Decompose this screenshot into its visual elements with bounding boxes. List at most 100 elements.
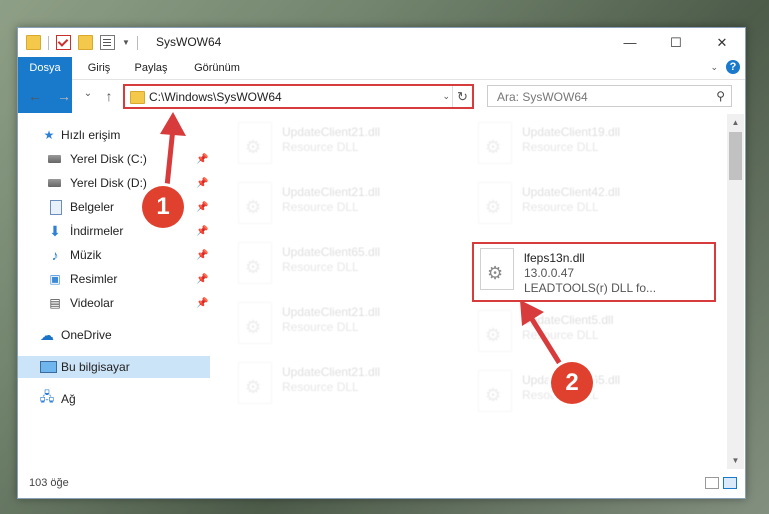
pin-icon[interactable]: 📌 xyxy=(196,226,208,237)
tiles-view-icon[interactable] xyxy=(723,477,737,489)
pin-icon[interactable]: 📌 xyxy=(196,154,208,165)
address-folder-icon xyxy=(130,91,145,104)
sidebar-item-label: Belgeler xyxy=(70,200,115,214)
file-name: UpdateClient19.dll xyxy=(522,125,621,139)
sidebar-item-label: Resimler xyxy=(70,272,118,286)
help-icon[interactable]: ? xyxy=(726,60,740,74)
customize-toolbar-dropdown-icon[interactable]: ▼ xyxy=(122,38,130,47)
navigation-pane: ★ Hızlı erişim Yerel Disk (C:) 📌 Yerel D… xyxy=(18,114,210,469)
disk-icon xyxy=(48,155,61,163)
title-bar: ▼ SysWOW64 — ☐ ✕ xyxy=(18,28,745,57)
file-name: lfeps13n.dll xyxy=(524,251,585,265)
maximize-button[interactable]: ☐ xyxy=(653,28,699,57)
search-box[interactable]: Ara: SysWOW64 ⚲ xyxy=(487,85,732,107)
sidebar-item-pictures[interactable]: ▣ Resimler 📌 xyxy=(18,268,210,290)
sidebar-item-music[interactable]: ♪ Müzik 📌 xyxy=(18,244,210,266)
forward-button[interactable]: → xyxy=(55,88,73,104)
dll-file-icon xyxy=(238,302,272,344)
view-switcher xyxy=(705,477,737,489)
file-description: Resource DLL xyxy=(522,328,599,342)
file-item[interactable]: UpdateClient21.dll Resource DLL xyxy=(232,178,462,234)
tab-share[interactable]: Paylaş xyxy=(126,57,176,79)
pin-icon[interactable]: 📌 xyxy=(196,202,208,213)
dll-file-icon xyxy=(238,242,272,284)
expand-ribbon-chevron-icon[interactable]: ⌄ xyxy=(710,62,718,73)
scroll-up-arrow-icon[interactable]: ▲ xyxy=(727,114,744,131)
quick-access-toolbar: ▼ xyxy=(26,35,138,50)
dll-file-icon xyxy=(238,362,272,404)
tab-view[interactable]: Görünüm xyxy=(182,57,252,79)
search-placeholder[interactable]: Ara: SysWOW64 xyxy=(497,90,588,104)
back-button[interactable]: ← xyxy=(26,88,44,104)
cloud-icon: ☁ xyxy=(40,326,54,343)
address-bar[interactable]: C:\Windows\SysWOW64 ⌄ ↻ xyxy=(123,84,474,109)
scrollbar-thumb[interactable] xyxy=(729,132,742,180)
address-dropdown-icon[interactable]: ⌄ xyxy=(442,91,450,102)
search-icon[interactable]: ⚲ xyxy=(716,89,725,103)
dll-file-icon xyxy=(478,182,512,224)
vertical-scrollbar[interactable]: ▲ ▼ xyxy=(727,114,744,469)
refresh-button[interactable]: ↻ xyxy=(452,86,472,107)
address-path[interactable]: C:\Windows\SysWOW64 xyxy=(149,90,282,104)
sidebar-item-label: Bu bilgisayar xyxy=(61,360,130,374)
file-description: Resource DLL xyxy=(282,320,359,334)
item-count: 103 öğe xyxy=(29,477,69,489)
file-item[interactable]: UpdateClient21.dll Resource DLL xyxy=(232,298,462,354)
sidebar-item-quick-access[interactable]: ★ Hızlı erişim xyxy=(18,124,210,146)
sidebar-item-label: Hızlı erişim xyxy=(61,128,121,142)
sidebar-item-label: Yerel Disk (D:) xyxy=(70,176,147,190)
sidebar-item-videos[interactable]: ▤ Videolar 📌 xyxy=(18,292,210,314)
star-icon: ★ xyxy=(43,128,55,142)
pin-icon[interactable]: 📌 xyxy=(196,298,208,309)
ribbon-right-controls: ⌄ ? xyxy=(710,60,740,74)
pin-icon[interactable]: 📌 xyxy=(196,250,208,261)
file-description: Resource DLL xyxy=(522,200,599,214)
file-name: UpdateClient42.dll xyxy=(522,185,621,199)
pin-icon[interactable]: 📌 xyxy=(196,178,208,189)
file-item[interactable]: UpdateClient65.dll Resource DLL xyxy=(232,238,462,294)
file-description: Resource DLL xyxy=(282,200,359,214)
close-button[interactable]: ✕ xyxy=(699,28,745,57)
file-name: UpdateClient21.dll xyxy=(282,185,381,199)
file-description: LEADTOOLS(r) DLL fo... xyxy=(524,281,657,295)
scroll-down-arrow-icon[interactable]: ▼ xyxy=(727,452,744,469)
music-icon: ♪ xyxy=(51,247,59,263)
file-item[interactable]: UpdateClient5.dll Resource DLL xyxy=(472,306,702,362)
properties-check-icon[interactable] xyxy=(56,35,71,50)
file-description: Resource DLL xyxy=(282,140,359,154)
sidebar-item-label: OneDrive xyxy=(61,328,112,342)
toolbar-separator xyxy=(136,35,138,50)
file-name: UpdateClient5.dll xyxy=(522,313,614,327)
tab-home[interactable]: Giriş xyxy=(76,57,122,79)
sidebar-item-local-disk-d[interactable]: Yerel Disk (D:) 📌 xyxy=(18,172,210,194)
details-view-icon[interactable] xyxy=(705,477,719,489)
callout-badge-2: 2 xyxy=(551,362,593,404)
file-item[interactable]: UpdateClient21.dll Resource DLL xyxy=(232,118,462,174)
pictures-icon: ▣ xyxy=(49,272,61,286)
properties-icon[interactable] xyxy=(100,35,115,50)
file-version: 13.0.0.47 xyxy=(524,266,575,280)
up-button[interactable]: ↑ xyxy=(100,88,118,104)
sidebar-item-local-disk-c[interactable]: Yerel Disk (C:) 📌 xyxy=(18,148,210,170)
status-bar: 103 öğe xyxy=(18,471,745,497)
file-item[interactable]: UpdateClient42.dll Resource DLL xyxy=(472,178,702,234)
sidebar-item-label: Ağ xyxy=(61,392,76,406)
file-item[interactable]: UpdateClient21.dll Resource DLL xyxy=(232,358,462,414)
dll-file-icon xyxy=(478,310,512,352)
dll-file-icon xyxy=(478,122,512,164)
recent-locations-dropdown[interactable]: ⌄ xyxy=(79,88,97,99)
computer-icon xyxy=(40,361,57,373)
sidebar-item-network[interactable]: 🖧 Ağ xyxy=(18,388,210,410)
minimize-button[interactable]: — xyxy=(607,28,653,57)
file-item[interactable]: UpdateClient19.dll Resource DLL xyxy=(472,118,702,174)
new-folder-icon[interactable] xyxy=(78,35,93,50)
sidebar-item-onedrive[interactable]: ☁ OneDrive xyxy=(18,324,210,346)
disk-icon xyxy=(48,179,61,187)
file-item-lfeps13n[interactable]: lfeps13n.dll 13.0.0.47 LEADTOOLS(r) DLL … xyxy=(472,242,716,302)
dll-file-icon xyxy=(478,370,512,412)
sidebar-item-downloads[interactable]: ⬇ İndirmeler 📌 xyxy=(18,220,210,242)
sidebar-item-this-pc[interactable]: Bu bilgisayar xyxy=(18,356,210,378)
file-description: Resource DLL xyxy=(522,140,599,154)
pin-icon[interactable]: 📌 xyxy=(196,274,208,285)
file-name: UpdateClient21.dll xyxy=(282,365,381,379)
